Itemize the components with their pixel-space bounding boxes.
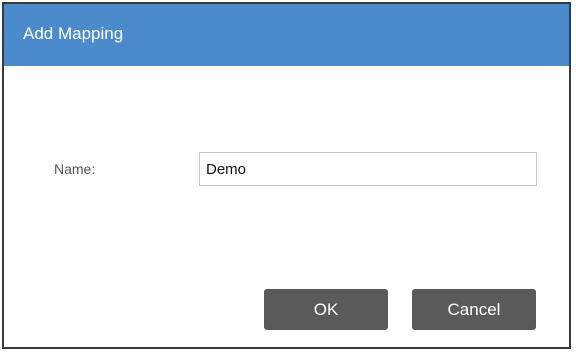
- add-mapping-dialog: Add Mapping Name: OK Cancel: [2, 2, 571, 349]
- name-label: Name:: [54, 161, 96, 177]
- name-input[interactable]: [199, 152, 537, 186]
- cancel-button[interactable]: Cancel: [412, 289, 536, 330]
- dialog-title-bar: Add Mapping: [4, 4, 569, 66]
- ok-button[interactable]: OK: [264, 289, 388, 330]
- dialog-title: Add Mapping: [23, 24, 124, 43]
